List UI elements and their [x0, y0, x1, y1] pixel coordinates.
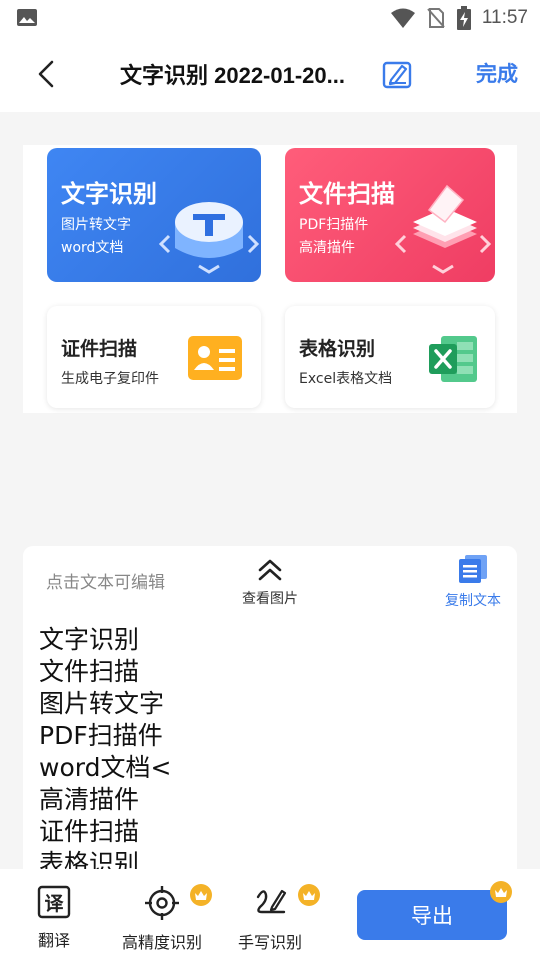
navigation-bar: 文字识别 2022-01-20... 完成: [0, 36, 540, 112]
rename-edit-icon[interactable]: [381, 58, 413, 90]
translate-button[interactable]: 译 翻译: [30, 885, 78, 951]
vip-crown-icon: [190, 884, 212, 906]
text-line: PDF扫描件: [39, 721, 163, 750]
text-line: word文档<: [39, 753, 172, 782]
text-line: 文件扫描: [39, 657, 140, 686]
text-line: 图片转文字: [39, 689, 165, 718]
preview-card-text-recognition: 文字识别 图片转文字 word文档: [47, 148, 261, 282]
recognized-text-area[interactable]: 文字识别 文件扫描 图片转文字 PDF扫描件 word文档< 高清描件 证件扫描…: [39, 624, 501, 869]
export-button[interactable]: 导出: [357, 890, 507, 940]
excel-icon: [429, 336, 477, 382]
double-chevron-up-icon: [258, 559, 282, 581]
battery-charging-icon: [456, 6, 471, 30]
bottom-toolbar: 译 翻译 高精度识别 手写识别 导出: [0, 869, 540, 960]
page-title: 文字识别 2022-01-20...: [120, 63, 345, 88]
no-sim-icon: [427, 8, 445, 28]
preview-card-id-scan: 证件扫描 生成电子复印件: [47, 306, 261, 408]
status-bar: 11:57: [0, 0, 540, 36]
done-button[interactable]: 完成: [476, 58, 518, 88]
copy-document-icon: [459, 555, 487, 583]
translate-icon: 译: [37, 885, 71, 919]
back-button[interactable]: [26, 54, 66, 94]
copy-text-label: 复制文本: [445, 593, 501, 609]
gallery-notification-icon: [17, 9, 37, 26]
chevron-left-icon: [38, 60, 54, 88]
text-recognition-illustration: [158, 202, 260, 274]
vip-crown-icon: [298, 884, 320, 906]
svg-text:译: 译: [44, 893, 64, 915]
clock: 11:57: [481, 7, 528, 28]
edit-hint: 点击文本可编辑: [46, 573, 165, 593]
file-scan-illustration: [394, 184, 492, 274]
preview-card-table-recognition: 表格识别 Excel表格文档: [285, 306, 495, 408]
preview-card-file-scan: 文件扫描 PDF扫描件 高清描件: [285, 148, 495, 282]
view-image-button[interactable]: 查看图片: [233, 558, 307, 608]
handwriting-button[interactable]: 手写识别: [232, 885, 308, 953]
ocr-result-panel: 点击文本可编辑 查看图片 复制文本 文字识别 文件扫描 图片转文字 PDF扫描件…: [23, 546, 517, 869]
text-line: 表格识别: [39, 849, 140, 869]
text-line: 证件扫描: [39, 817, 140, 846]
source-image-preview[interactable]: 文字识别 图片转文字 word文档 文件扫描 PDF扫描件 高清描件 证件扫描 …: [23, 145, 517, 413]
text-line: 高清描件: [39, 785, 140, 814]
crosshair-target-icon: [145, 886, 179, 920]
id-card-icon: [188, 336, 242, 380]
handwriting-icon: [256, 889, 287, 914]
copy-text-button[interactable]: 复制文本: [435, 554, 511, 610]
view-image-label: 查看图片: [242, 591, 298, 607]
vip-crown-icon: [490, 881, 512, 903]
text-line: 文字识别: [39, 625, 140, 654]
wifi-icon: [390, 8, 415, 28]
system-status: 11:57: [390, 4, 528, 32]
